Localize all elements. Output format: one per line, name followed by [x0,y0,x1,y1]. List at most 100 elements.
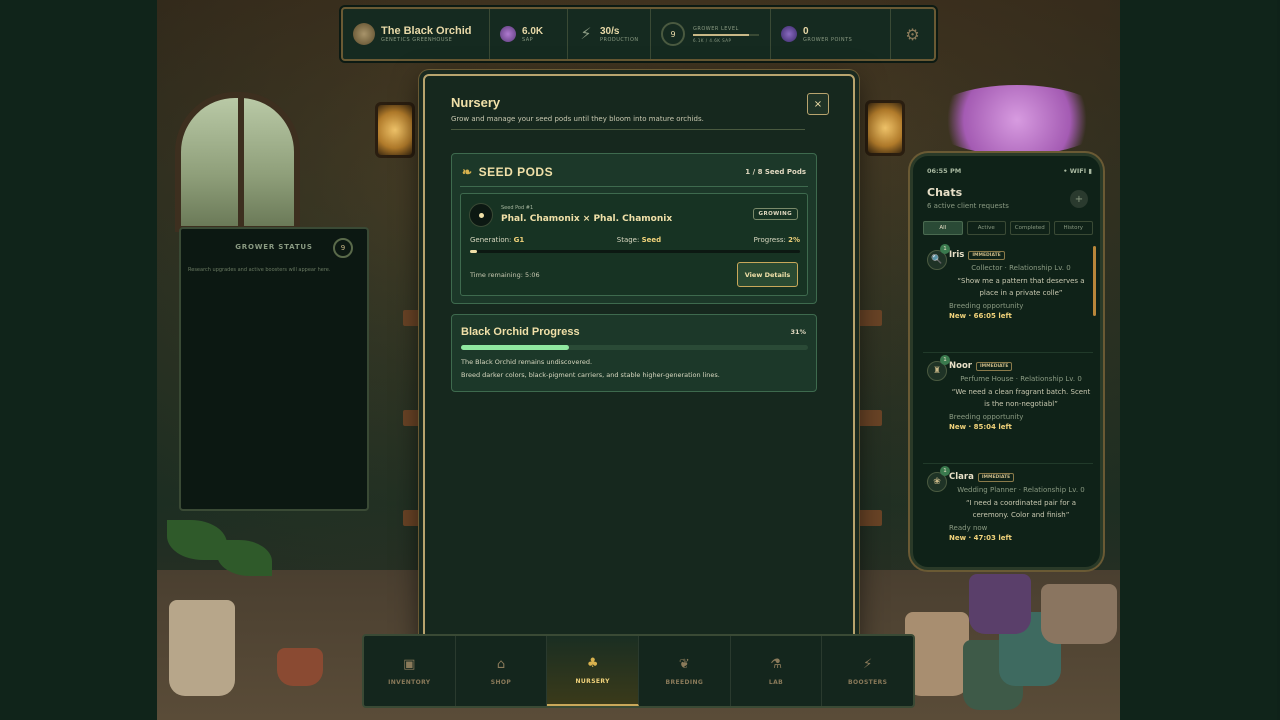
chat-timer: New · 66:05 left [949,312,1012,320]
top-hud: The Black Orchid GENETICS GREENHOUSE 6.0… [341,7,936,61]
seed-pod-progress-fill [470,250,477,253]
orchid-progress-hint: Breed darker colors, black-pigment carri… [461,371,720,379]
lightning-icon: ⚡ [863,657,873,672]
chat-name: Clara [949,472,974,482]
nav-label: SHOP [490,678,512,686]
seed-pod-icon [469,203,493,227]
chat-list: 🔍 1 Iris IMMEDIATE Collector · Relationsh… [923,242,1093,562]
brand: The Black Orchid GENETICS GREENHOUSE [343,9,490,59]
nav-breeding[interactable]: ❦ BREEDING [639,636,731,706]
sap-gem-icon [500,26,516,42]
seed-pod-stats: Generation: G1 Stage: Seed Progress: 2% [470,236,800,244]
unread-badge: 1 [940,466,950,476]
nav-lab[interactable]: ⚗ LAB [731,636,823,706]
arched-window [175,92,300,232]
sap-label: SAP [522,36,534,43]
lantern-right [865,100,905,156]
seed-pods-panel: ❧ SEED PODS 1 / 8 Seed Pods Seed Pod #1 P… [451,153,817,304]
planter-pot [277,648,323,686]
tab-completed[interactable]: Completed [1010,221,1050,235]
seed-pod-card[interactable]: Seed Pod #1 Phal. Chamonix × Phal. Chamo… [460,193,808,296]
seed-pods-count: 1 / 8 Seed Pods [745,168,806,176]
phone-chats: 06:55 PM • WIFI ▮ Chats 6 active client … [910,153,1103,570]
nav-label: INVENTORY [388,678,431,686]
chats-subtitle: 6 active client requests [927,202,1009,210]
priority-tag: IMMEDIATE [968,250,1005,260]
orchid-progress-bar [461,345,808,350]
chat-name: Iris [949,250,965,260]
nav-nursery[interactable]: ♣ NURSERY [547,636,640,706]
nav-shop[interactable]: ⌂ SHOP [456,636,548,706]
right-side-band [1120,0,1277,720]
level-progress-fill [693,33,750,36]
points-value: 0 [803,25,809,37]
grower-points: 0 GROWER POINTS [771,9,891,59]
shop-icon: ⌂ [496,657,506,672]
seed-pod-progress-bar [470,250,800,253]
stage-stat: Stage: Seed [617,236,661,244]
brand-subtitle: GENETICS GREENHOUSE [381,37,453,43]
level-badge: 9 [661,22,685,46]
settings-button[interactable]: ⚙ [891,9,934,59]
left-side-band [0,0,157,720]
nav-inventory[interactable]: ▣ INVENTORY [364,636,456,706]
seed-pods-title: SEED PODS [478,165,554,179]
generation-label: Generation: [470,236,512,244]
stage-label: Stage: [616,236,640,244]
close-button[interactable]: × [807,93,829,115]
shelf [852,410,882,426]
chat-opportunity: Breeding opportunity [949,413,1024,421]
production-label: PRODUCTION [600,36,639,43]
planter-pot [1041,584,1117,644]
tab-all[interactable]: All [923,221,963,235]
sap-counter: 6.0K SAP [490,9,568,59]
sap-value: 6.0K [522,25,544,37]
shelf [852,510,882,526]
chat-role: Collector · Relationship Lv. 0 [971,264,1071,272]
stage-value: Seed [641,236,662,244]
progress-stat: Progress: 2% [754,236,800,244]
gear-icon: ⚙ [905,24,920,44]
grower-status-panel: GROWER STATUS 9 Research upgrades and ac… [179,227,369,511]
list-item[interactable]: ❀ 1 Clara IMMEDIATE Wedding Planner · Rel… [923,464,1093,562]
unread-badge: 1 [940,244,950,254]
list-item[interactable]: 🔍 1 Iris IMMEDIATE Collector · Relationsh… [923,242,1093,353]
progress-label: Progress: [753,236,786,244]
new-chat-button[interactable]: + [1070,190,1088,208]
shelf [852,310,882,326]
tab-active[interactable]: Active [966,221,1006,235]
planter-pot [169,600,235,696]
nav-label: BREEDING [665,678,704,686]
time-remaining: Time remaining: 5:06 [470,271,540,279]
list-item[interactable]: ♜ 1 Noor IMMEDIATE Perfume House · Relati… [923,353,1093,464]
seed-pods-heading: ❧ SEED PODS [462,165,553,179]
chat-opportunity: Breeding opportunity [949,302,1024,310]
nav-label: NURSERY [575,677,610,685]
tab-history[interactable]: History [1053,221,1093,235]
orchid-logo-icon [353,23,375,45]
orchid-progress-percent: 31% [790,328,806,336]
points-label: GROWER POINTS [803,36,853,43]
generation-stat: Generation: G1 [470,236,524,244]
bottom-nav: ▣ INVENTORY ⌂ SHOP ♣ NURSERY ❦ BREEDING ⚗ LAB… [362,634,915,708]
level-xp: 6.1K / 4.6K Sap [693,37,732,43]
chat-quote: “We need a clean fragrant batch. Scent i… [951,388,1091,408]
brand-title: The Black Orchid [381,25,472,37]
chat-scrollbar[interactable] [1093,246,1096,316]
flask-icon: ⚗ [770,657,782,672]
nav-boosters[interactable]: ⚡ BOOSTERS [822,636,913,706]
chat-timer: New · 85:04 left [949,423,1012,431]
status-badge: GROWING [752,208,798,220]
sprout-icon: ❧ [462,165,473,179]
chat-name: Noor [949,361,972,371]
lightning-icon: ⚡ [580,24,592,43]
seed-pod-name: Phal. Chamonix × Phal. Chamonix [501,214,673,224]
progress-value: 2% [788,236,800,244]
grower-level: 9 GROWER LEVEL 6.1K / 4.6K Sap [651,9,771,59]
lantern-left [375,102,415,158]
production-value: 30/s [600,25,620,37]
view-details-button[interactable]: View Details [737,262,798,287]
grower-level-badge: 9 [333,238,353,258]
generation-value: G1 [513,236,525,244]
chat-role: Perfume House · Relationship Lv. 0 [960,375,1082,383]
